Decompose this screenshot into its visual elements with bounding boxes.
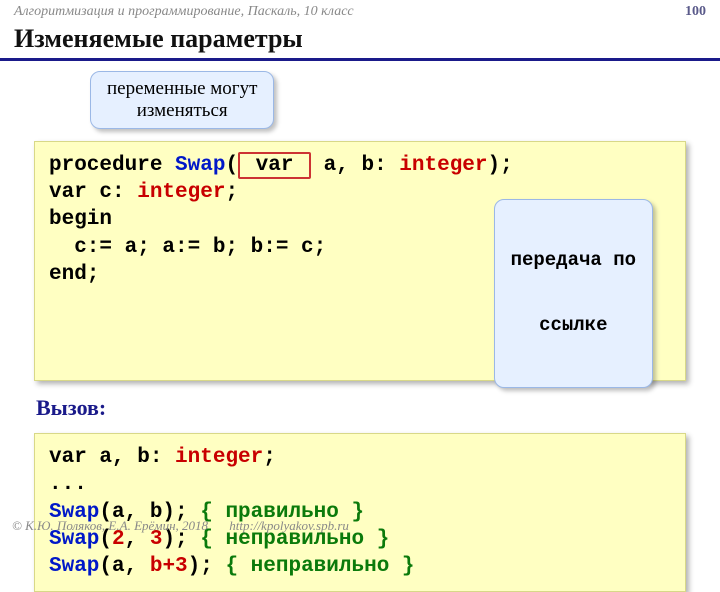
t: ); <box>188 555 226 578</box>
type: integer <box>175 446 263 469</box>
type: integer <box>137 181 225 204</box>
proc-name: Swap <box>175 154 225 177</box>
kw: procedure <box>49 154 175 177</box>
t: ( <box>225 154 238 177</box>
callout-line: передача по <box>511 250 636 272</box>
callout-by-ref-wrap: передача по ссылке <box>418 172 653 415</box>
t: var c: <box>49 181 137 204</box>
callout-by-ref: передача по ссылке <box>494 199 653 388</box>
callout-line: ссылке <box>511 315 636 337</box>
t: var a, b: <box>49 446 175 469</box>
callout-line: изменяться <box>107 100 257 122</box>
t: (a, <box>99 555 149 578</box>
copyright: © К.Ю. Поляков, Е.А. Ерёмин, 2018 <box>12 518 208 533</box>
t: a, b: <box>311 154 399 177</box>
t: ; <box>263 446 276 469</box>
code-call: var a, b: integer;...Swap(a, b); { прави… <box>34 433 686 591</box>
page-title: Изменяемые параметры <box>0 22 720 61</box>
var-keyword-box: var <box>238 152 311 179</box>
expr: b+3 <box>150 555 188 578</box>
proc: Swap <box>49 555 99 578</box>
t: ... <box>49 471 671 498</box>
callout-vars-change: переменные могут изменяться <box>90 71 274 129</box>
footer-url: http://kpolyakov.spb.ru <box>229 518 349 533</box>
code-procedure: procedure Swap( var a, b: integer);var c… <box>34 141 686 381</box>
page-number: 100 <box>685 4 706 20</box>
t: ; <box>225 181 238 204</box>
course-label: Алгоритмизация и программирование, Паска… <box>14 4 354 20</box>
content-area: переменные могут изменяться procedure Sw… <box>0 61 720 592</box>
footer: © К.Ю. Поляков, Е.А. Ерёмин, 2018 http:/… <box>12 518 349 534</box>
callout-line: переменные могут <box>107 78 257 100</box>
comment: { неправильно } <box>225 555 414 578</box>
header-strip: Алгоритмизация и программирование, Паска… <box>0 0 720 22</box>
